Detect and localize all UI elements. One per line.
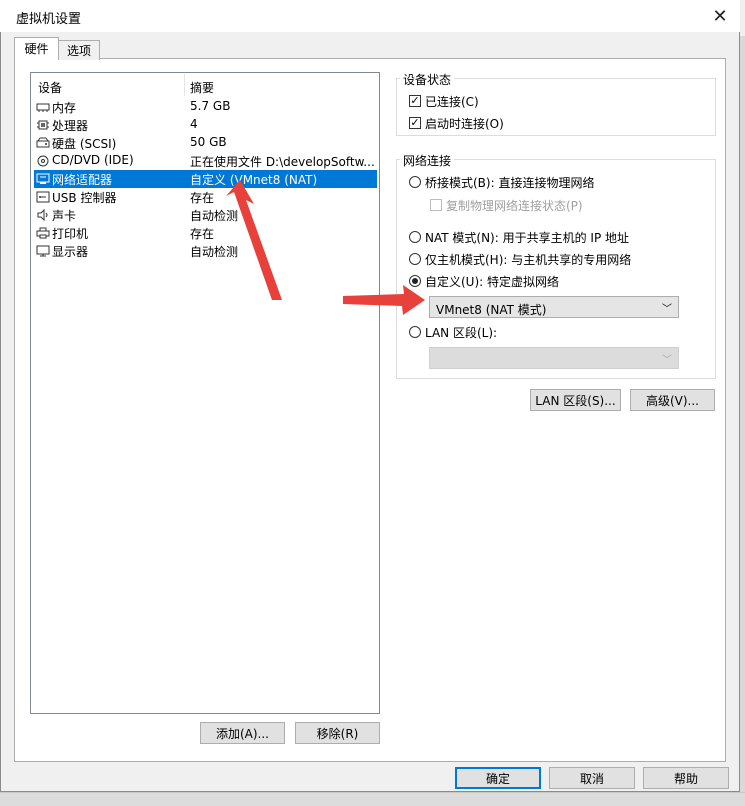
annotation-arrow-network xyxy=(343,285,425,315)
annotation-overlay xyxy=(226,180,425,315)
annotation-arrow-device xyxy=(226,180,282,300)
